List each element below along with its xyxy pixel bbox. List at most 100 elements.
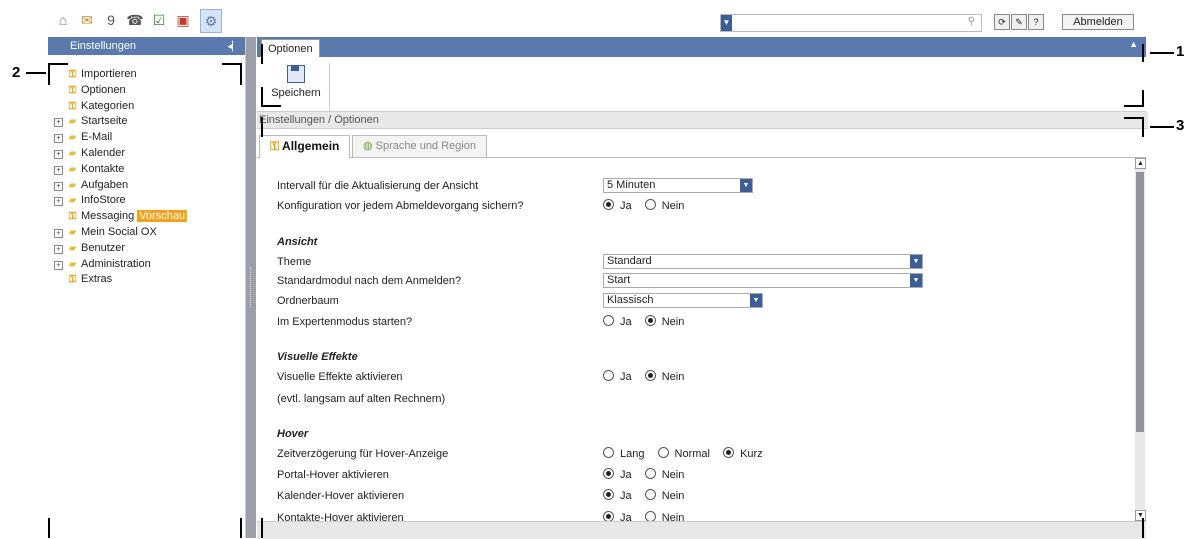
visual-yes-radio[interactable]: Ja xyxy=(603,370,632,383)
tree-item-label: Extras xyxy=(81,273,113,286)
hover-short-radio[interactable]: Kurz xyxy=(723,447,763,460)
section-hover: Hover xyxy=(277,428,309,440)
folder-tree-select[interactable]: Klassisch ▼ xyxy=(603,293,763,308)
floppy-disk-icon xyxy=(287,65,305,83)
tree-item-e-mail[interactable]: + ▰ E-Mail xyxy=(48,130,187,146)
collapse-left-icon[interactable]: ◂▏ xyxy=(228,37,239,55)
contacts-no-radio[interactable]: Nein xyxy=(644,511,684,521)
tree-item-label: Messaging xyxy=(81,210,135,223)
expand-icon[interactable]: + xyxy=(54,134,63,144)
chevron-down-icon: ▼ xyxy=(750,294,762,307)
expert-no-radio[interactable]: Nein xyxy=(644,315,684,328)
wrench-icon[interactable]: ✎ xyxy=(1011,14,1027,30)
tab-options[interactable]: Optionen xyxy=(261,39,320,58)
tree-item-aufgaben[interactable]: + ▰ Aufgaben xyxy=(48,178,187,194)
portal-hover-row: Portal-Hover aktivieren Ja Nein xyxy=(277,468,685,481)
tree-item-kontakte[interactable]: + ▰ Kontakte xyxy=(48,162,187,178)
hoverdelay-row: Zeitverzögerung für Hover-Anzeige Lang N… xyxy=(277,447,763,460)
tree-item-label: E-Mail xyxy=(81,131,113,144)
collapse-ribbon-icon[interactable]: ▲ xyxy=(1129,39,1138,49)
tree-item-mein-social-ox[interactable]: + ▰ Mein Social OX xyxy=(48,225,187,241)
tree-item-optionen[interactable]: ⚿ Optionen xyxy=(48,83,187,99)
tree-item-label: Mein Social OX xyxy=(81,225,157,238)
folder-icon: ▰ xyxy=(68,147,77,159)
expand-icon[interactable]: + xyxy=(54,260,63,270)
search-scope-dropdown-icon[interactable]: ▼ xyxy=(721,15,732,31)
tree-item-label: Optionen xyxy=(81,83,126,96)
status-bar xyxy=(257,521,1146,539)
calendar-no-radio[interactable]: Nein xyxy=(644,489,684,502)
expand-icon[interactable]: + xyxy=(54,228,63,238)
settings-tree: ⚿ Importieren ⚿ Optionen ⚿ Kategorien + ▰ Starts… xyxy=(48,67,188,288)
visual-no-radio[interactable]: Nein xyxy=(644,370,684,383)
backup-no-radio[interactable]: Nein xyxy=(644,199,684,212)
scroll-down-icon[interactable]: ▼ xyxy=(1135,510,1146,521)
expand-icon[interactable]: + xyxy=(54,118,63,128)
chevron-down-icon: ▼ xyxy=(910,255,922,268)
tree-item-infostore[interactable]: + ▰ InfoStore xyxy=(48,193,187,209)
save-button[interactable]: Speichern xyxy=(263,63,330,111)
tab-language-region[interactable]: ◍ Sprache und Region xyxy=(352,135,487,157)
tree-item-administration[interactable]: + ▰ Administration xyxy=(48,257,187,273)
portal-yes-radio[interactable]: Ja xyxy=(603,468,632,481)
startmodule-select[interactable]: Start ▼ xyxy=(603,273,923,288)
home-icon[interactable]: ⌂ xyxy=(54,11,72,29)
refresh-icon[interactable]: ⟳ xyxy=(994,14,1010,30)
mail-icon[interactable]: ✉ xyxy=(78,11,96,29)
tree-item-importieren[interactable]: ⚿ Importieren xyxy=(48,67,187,83)
key-icon: ⚿ xyxy=(270,139,280,153)
folder-tree-row: Ordnerbaum Klassisch ▼ xyxy=(277,293,1127,309)
expand-icon[interactable]: + xyxy=(54,244,63,254)
tree-item-label: Kategorien xyxy=(81,99,135,112)
panel-splitter[interactable] xyxy=(246,37,256,538)
tab-general[interactable]: ⚿ Allgemein xyxy=(259,135,351,158)
hover-long-radio[interactable]: Lang xyxy=(603,447,644,460)
logout-button[interactable]: Abmelden xyxy=(1062,14,1134,30)
options-form: Intervall für die Aktualisierung der Ans… xyxy=(257,158,1134,521)
expand-icon[interactable]: + xyxy=(54,197,63,207)
tree-item-messaging[interactable]: ⚿ Messaging Vorschau xyxy=(48,209,188,225)
tree-item-label: Kalender xyxy=(81,146,126,159)
backup-row: Konfiguration vor jedem Abmeldevorgang s… xyxy=(277,199,685,212)
help-icon[interactable]: ? xyxy=(1028,14,1044,30)
contacts-icon[interactable]: ☎ xyxy=(126,11,144,29)
search-input[interactable]: ▼ ⚲ xyxy=(720,14,982,32)
key-icon: ⚿ xyxy=(68,211,77,223)
panel-title: Einstellungen xyxy=(70,40,137,52)
interval-select[interactable]: 5 Minuten ▼ xyxy=(603,178,753,193)
ribbon: Speichern xyxy=(257,57,1146,112)
tree-item-kategorien[interactable]: ⚿ Kategorien xyxy=(48,99,187,115)
tree-item-label: Administration xyxy=(81,257,151,270)
calendar-hover-row: Kalender-Hover aktivieren Ja Nein xyxy=(277,489,685,502)
section-visual: Visuelle Effekte xyxy=(277,351,358,363)
globe-icon: ◍ xyxy=(363,140,373,152)
theme-select[interactable]: Standard ▼ xyxy=(603,254,923,269)
expand-icon[interactable]: + xyxy=(54,149,63,159)
calendar-icon[interactable]: 9 xyxy=(102,11,120,29)
portal-no-radio[interactable]: Nein xyxy=(644,468,684,481)
contacts-yes-radio[interactable]: Ja xyxy=(603,511,632,521)
settings-icon[interactable]: ⚙ xyxy=(200,9,222,33)
expert-row: Im Expertenmodus starten? Ja Nein xyxy=(277,315,685,328)
top-toolbar: ⌂ ✉ 9 ☎ ☑ ▣ ⚙ ▼ ⚲ ⟳ ✎ ? Abmelden xyxy=(48,8,1146,36)
expand-icon[interactable]: + xyxy=(54,181,63,191)
tree-item-startseite[interactable]: + ▰ Startseite xyxy=(48,114,187,130)
vertical-scrollbar[interactable]: ▲ ▼ xyxy=(1135,158,1146,521)
magnifier-icon[interactable]: ⚲ xyxy=(968,16,975,27)
scroll-up-icon[interactable]: ▲ xyxy=(1135,158,1146,169)
hover-normal-radio[interactable]: Normal xyxy=(657,447,710,460)
scroll-thumb[interactable] xyxy=(1136,172,1144,432)
infostore-icon[interactable]: ▣ xyxy=(174,11,192,29)
calendar-yes-radio[interactable]: Ja xyxy=(603,489,632,502)
tree-item-benutzer[interactable]: + ▰ Benutzer xyxy=(48,241,187,257)
expert-yes-radio[interactable]: Ja xyxy=(603,315,632,328)
subtab-bar: ⚿ Allgemein ◍ Sprache und Region xyxy=(257,133,1146,158)
backup-yes-radio[interactable]: Ja xyxy=(603,199,632,212)
folder-icon: ▰ xyxy=(68,179,77,191)
tasks-icon[interactable]: ☑ xyxy=(150,11,168,29)
expand-icon[interactable]: + xyxy=(54,165,63,175)
tree-item-kalender[interactable]: + ▰ Kalender xyxy=(48,146,187,162)
tree-item-extras[interactable]: ⚿ Extras xyxy=(48,272,187,288)
folder-icon: ▰ xyxy=(68,116,77,128)
chevron-down-icon: ▼ xyxy=(740,179,752,192)
